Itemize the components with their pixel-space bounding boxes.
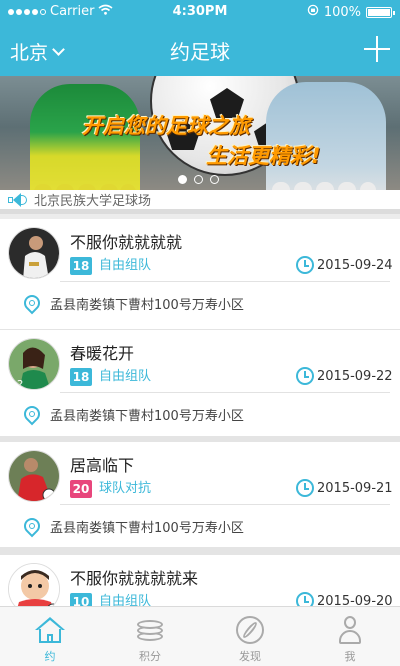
player-count-badge: 18 <box>70 257 92 275</box>
location-pin-icon <box>20 291 44 317</box>
separator <box>0 547 400 555</box>
match-date: 2015-09-21 <box>317 481 393 496</box>
svg-text:2: 2 <box>17 379 23 390</box>
team-avatar <box>8 227 60 279</box>
notice-text: 北京民族大学足球场 <box>34 194 152 209</box>
match-card[interactable]: 不服你就就就就 18 自由组队 2015-09-24 孟县南娄镇下曹村100号万… <box>0 219 400 329</box>
match-date: 2015-09-24 <box>317 258 393 273</box>
page-dot[interactable] <box>194 175 203 184</box>
tab-label: 约 <box>44 650 56 663</box>
location-pin-icon <box>20 514 44 540</box>
team-avatar <box>8 450 60 502</box>
tab-home[interactable]: 约 <box>0 607 100 666</box>
clock-icon <box>296 479 314 497</box>
match-card[interactable]: 2 春暖花开 18 自由组队 2015-09-22 孟县南娄镇下曹村100号万寿… <box>0 330 400 440</box>
clock-icon <box>296 256 314 274</box>
home-icon <box>35 615 65 645</box>
battery-icon <box>366 6 395 18</box>
page-title: 约足球 <box>170 40 230 64</box>
player-count-badge: 18 <box>70 368 92 386</box>
match-type: 自由组队 <box>99 258 152 273</box>
tab-bar: 约 积分 发现 我 <box>0 606 400 666</box>
match-name: 不服你就就就就来 <box>70 569 199 588</box>
tab-label: 我 <box>344 650 356 663</box>
speaker-icon <box>8 192 28 207</box>
match-address: 孟县南娄镇下曹村100号万寿小区 <box>50 521 244 536</box>
location-pin-icon <box>20 402 44 428</box>
match-name: 居高临下 <box>70 456 135 475</box>
status-bar: Carrier 4:30PM 100% <box>0 0 400 24</box>
match-date: 2015-09-22 <box>317 369 393 384</box>
orientation-lock-icon <box>307 4 319 20</box>
divider <box>60 504 390 505</box>
match-name: 春暖花开 <box>70 344 135 363</box>
database-icon <box>135 615 165 645</box>
page-dot[interactable] <box>178 175 187 184</box>
player-count-badge: 20 <box>70 480 92 498</box>
nav-bar: 北京 约足球 <box>0 24 400 76</box>
person-icon <box>335 615 365 645</box>
match-name: 不服你就就就就 <box>70 233 183 252</box>
banner-page-indicator[interactable] <box>178 175 219 184</box>
page-dot[interactable] <box>210 175 219 184</box>
team-avatar: 2 <box>8 338 60 390</box>
notice-bar[interactable]: 北京民族大学足球场 <box>0 190 400 214</box>
battery-percent: 100% <box>323 4 361 20</box>
app-screen: Carrier 4:30PM 100% 北京 约足球 开启您的足球之旅 生活更精… <box>0 0 400 666</box>
match-address: 孟县南娄镇下曹村100号万寿小区 <box>50 298 244 313</box>
tab-label: 发现 <box>239 650 261 663</box>
compass-icon <box>235 615 265 645</box>
match-address: 孟县南娄镇下曹村100号万寿小区 <box>50 409 244 424</box>
painted-foot-image <box>266 82 386 190</box>
promo-banner[interactable]: 开启您的足球之旅 生活更精彩! <box>0 76 400 190</box>
banner-headline: 开启您的足球之旅 <box>82 114 250 138</box>
divider <box>60 281 390 282</box>
tab-points[interactable]: 积分 <box>100 607 200 666</box>
tab-me[interactable]: 我 <box>300 607 400 666</box>
status-right: 100% <box>307 4 395 20</box>
clock-icon <box>296 367 314 385</box>
match-card[interactable]: 居高临下 20 球队对抗 2015-09-21 孟县南娄镇下曹村100号万寿小区 <box>0 442 400 552</box>
banner-subline: 生活更精彩! <box>206 144 321 168</box>
tab-discover[interactable]: 发现 <box>200 607 300 666</box>
match-type: 自由组队 <box>99 369 152 384</box>
divider <box>60 392 390 393</box>
match-type: 球队对抗 <box>99 481 152 496</box>
add-match-button[interactable] <box>364 36 390 62</box>
tab-label: 积分 <box>139 650 161 663</box>
